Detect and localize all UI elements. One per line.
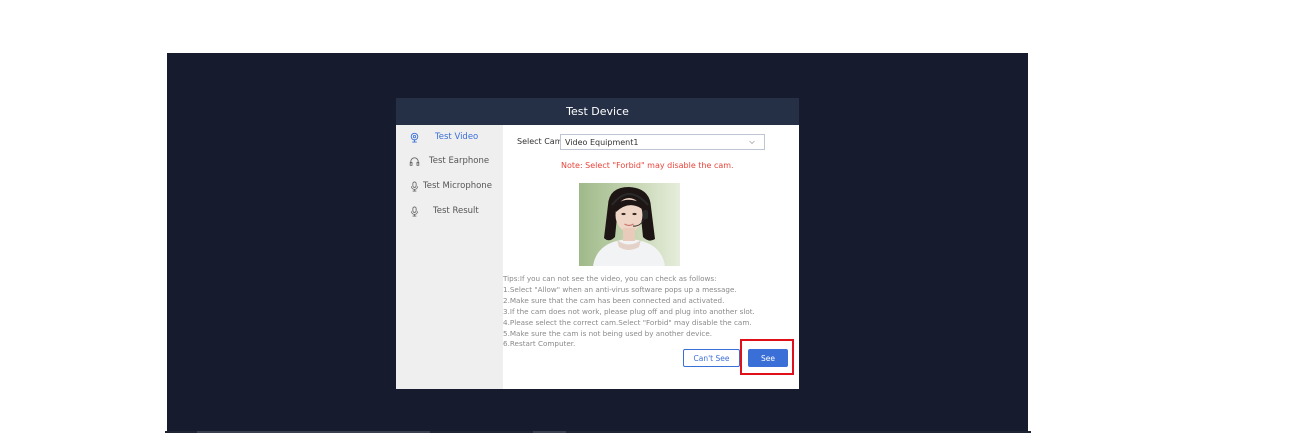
cant-see-button[interactable]: Can't See (683, 349, 740, 367)
tip-line: 4.Please select the correct cam.Select "… (503, 317, 752, 327)
video-test-panel: Select Cam Video Equipment1 Note: Select… (503, 125, 799, 389)
sidebar-item-label: Test Earphone (429, 156, 490, 166)
sidebar-item-test-result[interactable]: Test Result (396, 203, 503, 219)
tip-line: Tips:If you can not see the video, you c… (503, 274, 717, 283)
sidebar-item-label: Test Video (435, 132, 479, 142)
sidebar-item-test-earphone[interactable]: Test Earphone (396, 153, 503, 169)
dialog-header: Test Device (396, 98, 799, 125)
select-cam-label: Select Cam (517, 137, 563, 146)
cam-select-value: Video Equipment1 (565, 137, 639, 147)
tip-line: 1.Select "Allow" when an anti-virus soft… (503, 284, 737, 294)
microphone-icon (408, 180, 420, 192)
webcam-preview (579, 183, 680, 266)
microphone-icon (408, 205, 420, 217)
bottom-bar-segment (197, 431, 430, 433)
sidebar-item-label: Test Microphone (423, 181, 492, 191)
sidebar-item-label: Test Result (433, 206, 479, 216)
tip-line: 5.Make sure the cam is not being used by… (503, 328, 713, 338)
chevron-down-icon (748, 138, 756, 148)
bottom-bar-segment (533, 431, 566, 433)
webcam-icon (408, 131, 420, 143)
troubleshooting-tips: Tips:If you can not see the video, you c… (503, 274, 795, 350)
tip-line: 2.Make sure that the cam has been connec… (503, 295, 725, 305)
headphones-icon (408, 155, 420, 167)
sidebar-item-test-microphone[interactable]: Test Microphone (396, 178, 503, 194)
forbid-warning-note: Note: Select "Forbid" may disable the ca… (561, 161, 734, 170)
tip-line: 3.If the cam does not work, please plug … (503, 306, 755, 316)
sidebar-item-test-video[interactable]: Test Video (396, 129, 503, 145)
dialog-body: Test Video Test Earphone Test Microphone… (396, 125, 799, 389)
test-device-dialog: Test Device Test Video Test Earphone Tes… (396, 98, 799, 389)
see-button[interactable]: See (748, 349, 788, 367)
cam-select[interactable]: Video Equipment1 (560, 134, 765, 150)
test-sidebar: Test Video Test Earphone Test Microphone… (396, 125, 503, 389)
screenshot-stage: Test Device Test Video Test Earphone Tes… (0, 0, 1296, 434)
dialog-title: Test Device (566, 105, 629, 118)
bottom-edge-bar (165, 431, 1031, 433)
